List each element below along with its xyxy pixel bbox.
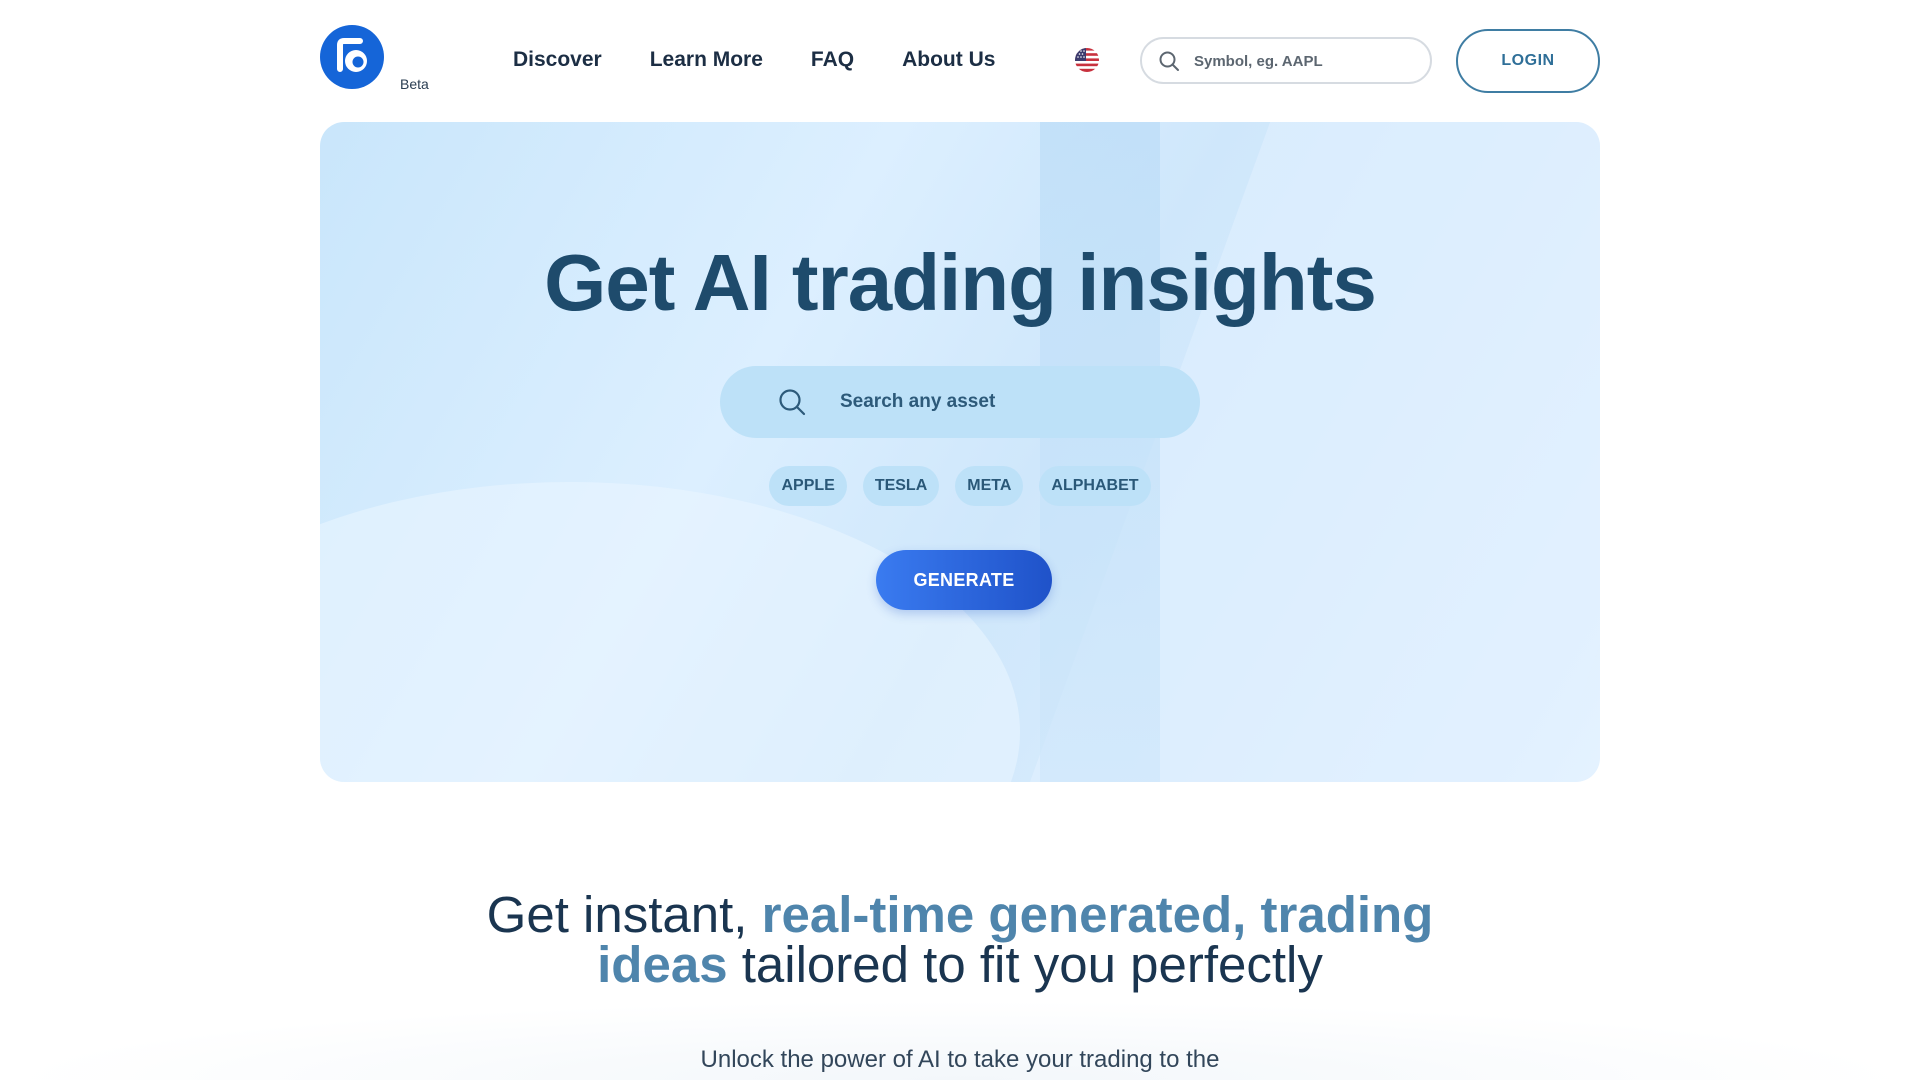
symbol-search <box>1140 37 1432 84</box>
symbol-search-input[interactable] <box>1194 49 1414 73</box>
section-tagline: Get instant, real-time generated, tradin… <box>360 889 1560 993</box>
login-button[interactable]: LOGIN <box>1456 29 1600 93</box>
tagline-text: Get instant, <box>486 886 762 943</box>
beta-label: Beta <box>400 76 429 92</box>
main-nav: Discover Learn More FAQ About Us <box>513 48 995 72</box>
chip-apple[interactable]: APPLE <box>769 466 847 506</box>
nav-learn-more[interactable]: Learn More <box>650 48 763 72</box>
nav-discover[interactable]: Discover <box>513 48 602 72</box>
tagline-highlight: real-time generated, trading <box>761 886 1434 943</box>
tagline-highlight: ideas <box>597 936 728 993</box>
search-icon <box>778 388 806 421</box>
us-flag-icon[interactable] <box>1075 48 1099 72</box>
generate-button[interactable]: GENERATE <box>876 550 1052 610</box>
nav-about-us[interactable]: About Us <box>902 48 995 72</box>
hero-background-shape <box>320 482 1020 782</box>
chip-meta[interactable]: META <box>955 466 1024 506</box>
asset-search <box>720 366 1200 438</box>
tagline-text: tailored to fit you perfectly <box>727 936 1323 993</box>
suggestion-chips: APPLE TESLA META ALPHABET <box>320 466 1600 506</box>
chip-alphabet[interactable]: ALPHABET <box>1039 466 1151 506</box>
search-icon <box>1158 50 1180 77</box>
hero-title: Get AI trading insights <box>544 238 1377 327</box>
page: Beta Discover Learn More FAQ About Us Sy… <box>0 0 1920 1080</box>
asset-search-input[interactable] <box>840 388 1170 416</box>
section-subtext: Unlock the power of AI to take your trad… <box>700 1046 1220 1073</box>
hero-background-shape <box>1040 122 1160 782</box>
nav-faq[interactable]: FAQ <box>811 48 854 72</box>
brand-logo-icon[interactable] <box>320 25 384 89</box>
chip-tesla[interactable]: TESLA <box>862 466 940 506</box>
header: Beta Discover Learn More FAQ About Us Sy… <box>320 24 1600 98</box>
hero-section: Get AI trading insights APPLE TESLA META… <box>320 122 1600 782</box>
